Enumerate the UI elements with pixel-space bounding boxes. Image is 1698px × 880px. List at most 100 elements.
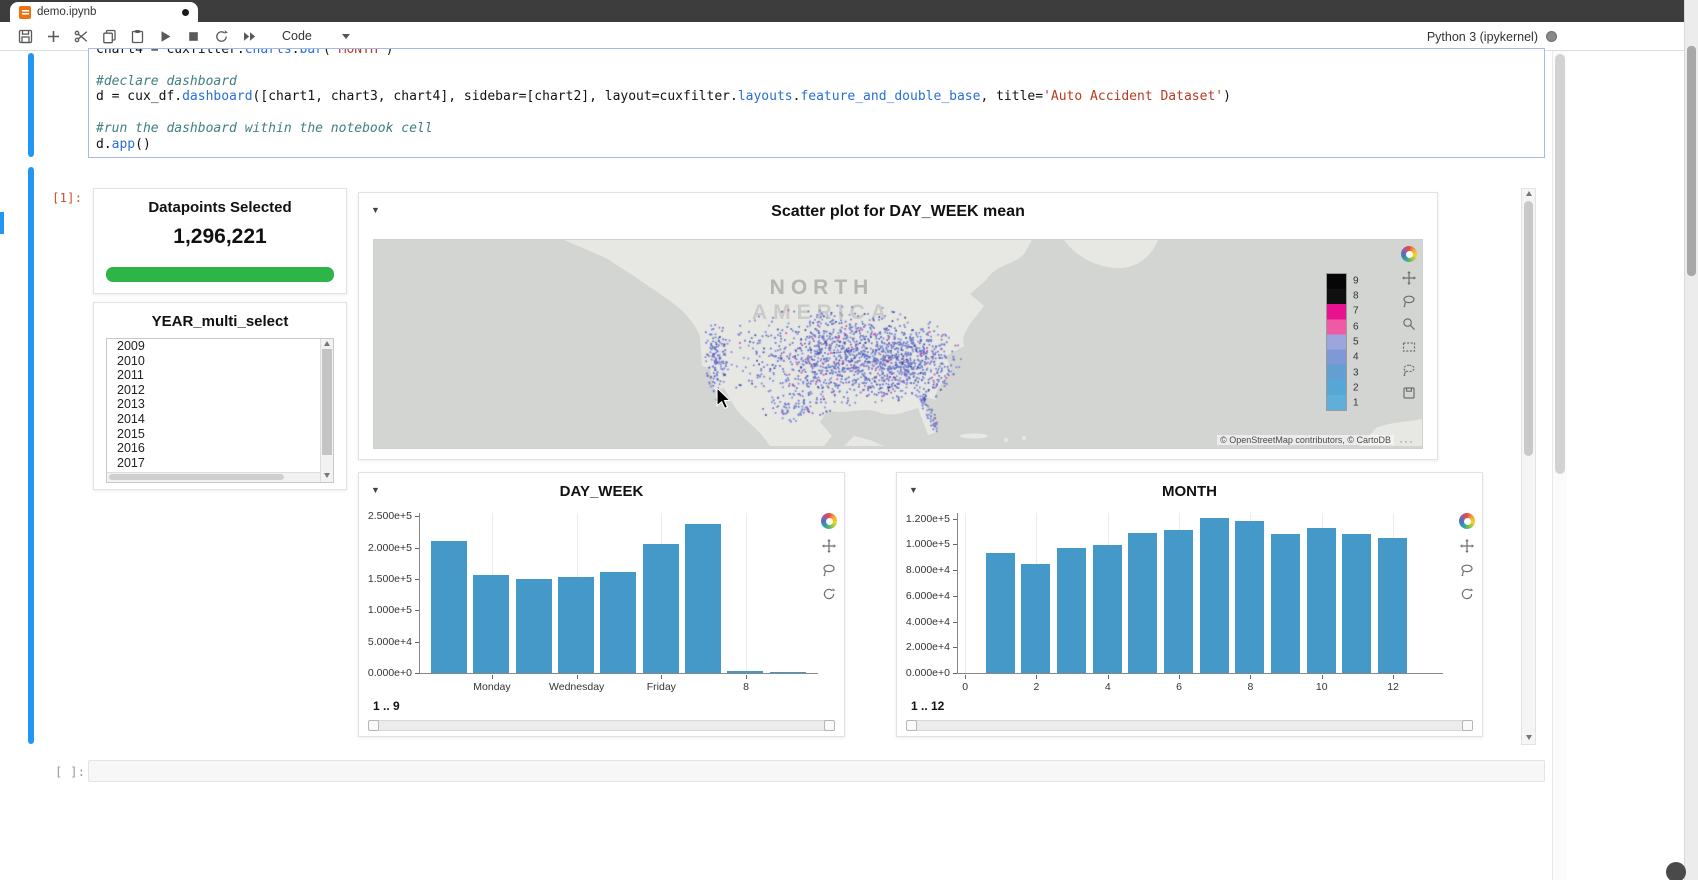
scroll-down-icon[interactable] — [324, 473, 330, 478]
pan-icon[interactable] — [1460, 539, 1474, 553]
year-option[interactable]: 2017 — [107, 456, 333, 471]
empty-code-cell[interactable] — [88, 760, 1545, 782]
y-tick-label: 1.200e+5 — [906, 513, 950, 525]
scroll-up-icon[interactable] — [1526, 191, 1532, 196]
bar[interactable] — [1057, 548, 1086, 673]
bar[interactable] — [1164, 530, 1193, 673]
datapoints-title: Datapoints Selected — [94, 189, 346, 216]
year-select-card: YEAR_multi_select 2009201020112012201320… — [93, 302, 347, 490]
lasso-icon[interactable] — [1460, 563, 1474, 577]
input-collapser[interactable] — [28, 53, 34, 157]
cell-type-select[interactable]: Code — [282, 29, 350, 43]
slider-handle-right[interactable] — [1462, 720, 1473, 731]
year-option[interactable]: 2016 — [107, 441, 333, 456]
bar[interactable] — [1200, 518, 1229, 674]
output-collapser[interactable] — [28, 167, 34, 744]
collapse-toggle-icon[interactable]: ▼ — [371, 206, 380, 215]
bokeh-logo-icon[interactable] — [821, 513, 837, 529]
colorbar-tick-label: 5 — [1353, 337, 1359, 348]
scroll-up-icon[interactable] — [324, 341, 330, 346]
year-option[interactable]: 2011 — [107, 368, 333, 383]
bar[interactable] — [473, 575, 509, 674]
pan-icon[interactable] — [822, 539, 836, 553]
interrupt-kernel-button[interactable] — [180, 25, 207, 47]
bar[interactable] — [685, 524, 721, 673]
pan-icon[interactable] — [1402, 271, 1416, 285]
year-list-scroll-thumb[interactable] — [322, 349, 332, 455]
code-cell-editor[interactable]: chart4 = cuxfilter.charts.bar('MONTH') #… — [88, 48, 1545, 158]
notebook-tab[interactable]: demo.ipynb — [10, 2, 198, 22]
notebook-scroll-thumb[interactable] — [1555, 54, 1565, 474]
dashboard-scroll-thumb[interactable] — [1524, 201, 1533, 456]
bar[interactable] — [1021, 564, 1050, 673]
collapse-toggle-icon[interactable]: ▼ — [909, 486, 918, 495]
lasso-select-icon[interactable] — [1402, 363, 1416, 377]
copy-cells-button[interactable] — [96, 25, 123, 47]
insert-cell-button[interactable] — [40, 25, 67, 47]
cut-cells-button[interactable] — [68, 25, 95, 47]
scatter-points-layer[interactable] — [374, 240, 1423, 446]
bar[interactable] — [1342, 534, 1371, 673]
bar[interactable] — [1271, 534, 1300, 673]
dashboard-scrollbar[interactable] — [1521, 188, 1536, 745]
bar[interactable] — [1128, 533, 1157, 673]
x-tick-label: 4 — [1105, 681, 1111, 693]
bar[interactable] — [1307, 528, 1336, 673]
bokeh-logo-icon[interactable] — [1459, 513, 1475, 529]
bar[interactable] — [770, 672, 806, 673]
scroll-bottom-button[interactable] — [1666, 862, 1686, 880]
reset-icon[interactable] — [1460, 587, 1474, 601]
reset-icon[interactable] — [822, 587, 836, 601]
year-option[interactable]: 2012 — [107, 383, 333, 398]
bar[interactable] — [431, 541, 467, 673]
bar[interactable] — [643, 544, 679, 673]
month-range-slider[interactable] — [906, 720, 1473, 731]
bar[interactable] — [1235, 521, 1264, 673]
year-option[interactable]: 2009 — [107, 339, 333, 354]
lasso-icon[interactable] — [1402, 294, 1416, 308]
year-list-hscroll-thumb[interactable] — [109, 474, 284, 480]
notebook-scrollbar[interactable] — [1552, 51, 1567, 880]
usa-basemap[interactable]: NORTH AMERICA 987654321 ··· © Ope — [373, 239, 1423, 449]
restart-run-all-button[interactable] — [236, 25, 263, 47]
restart-kernel-button[interactable] — [208, 25, 235, 47]
bokeh-logo-icon[interactable] — [1401, 246, 1417, 262]
more-tools-icon[interactable]: ··· — [1399, 434, 1414, 448]
bar[interactable] — [516, 579, 552, 673]
collapse-toggle-icon[interactable]: ▼ — [371, 486, 380, 495]
year-multiselect-listbox[interactable]: 200920102011201220132014201520162017 — [106, 338, 334, 483]
empty-cell-prompt: [ ]: — [55, 764, 85, 779]
bar[interactable] — [986, 553, 1015, 673]
year-option[interactable]: 2014 — [107, 412, 333, 427]
box-select-icon[interactable] — [1402, 340, 1416, 354]
year-list-vertical-scrollbar[interactable] — [320, 339, 333, 482]
year-option[interactable]: 2013 — [107, 397, 333, 412]
colorbar-tick-label: 3 — [1353, 367, 1359, 378]
slider-handle-left[interactable] — [906, 720, 917, 731]
save-button[interactable] — [12, 25, 39, 47]
output-prompt: [1]: — [52, 190, 82, 205]
year-option[interactable]: 2010 — [107, 354, 333, 369]
year-option[interactable]: 2015 — [107, 427, 333, 442]
code-lines: chart4 = cuxfilter.charts.bar('MONTH') #… — [89, 48, 1544, 153]
window-scrollbar[interactable] — [1684, 0, 1698, 880]
window-scroll-thumb[interactable] — [1687, 46, 1696, 276]
run-cell-button[interactable] — [152, 25, 179, 47]
day-week-range-slider[interactable] — [368, 720, 835, 731]
bar[interactable] — [600, 572, 636, 673]
slider-handle-right[interactable] — [824, 720, 835, 731]
kernel-indicator[interactable]: Python 3 (ipykernel) — [1427, 22, 1557, 51]
bar[interactable] — [727, 671, 763, 673]
day-week-plot[interactable]: MondayWednesdayFriday8 — [419, 513, 818, 674]
box-zoom-icon[interactable] — [1402, 317, 1416, 331]
year-list-horizontal-scrollbar[interactable] — [107, 472, 320, 482]
lasso-icon[interactable] — [822, 563, 836, 577]
save-plot-icon[interactable] — [1402, 386, 1416, 400]
slider-handle-left[interactable] — [368, 720, 379, 731]
month-plot[interactable]: 024681012 — [957, 513, 1443, 674]
bar[interactable] — [1093, 545, 1122, 674]
scroll-down-icon[interactable] — [1526, 735, 1532, 740]
paste-cells-button[interactable] — [124, 25, 151, 47]
bar[interactable] — [558, 577, 594, 673]
bar[interactable] — [1378, 538, 1407, 673]
